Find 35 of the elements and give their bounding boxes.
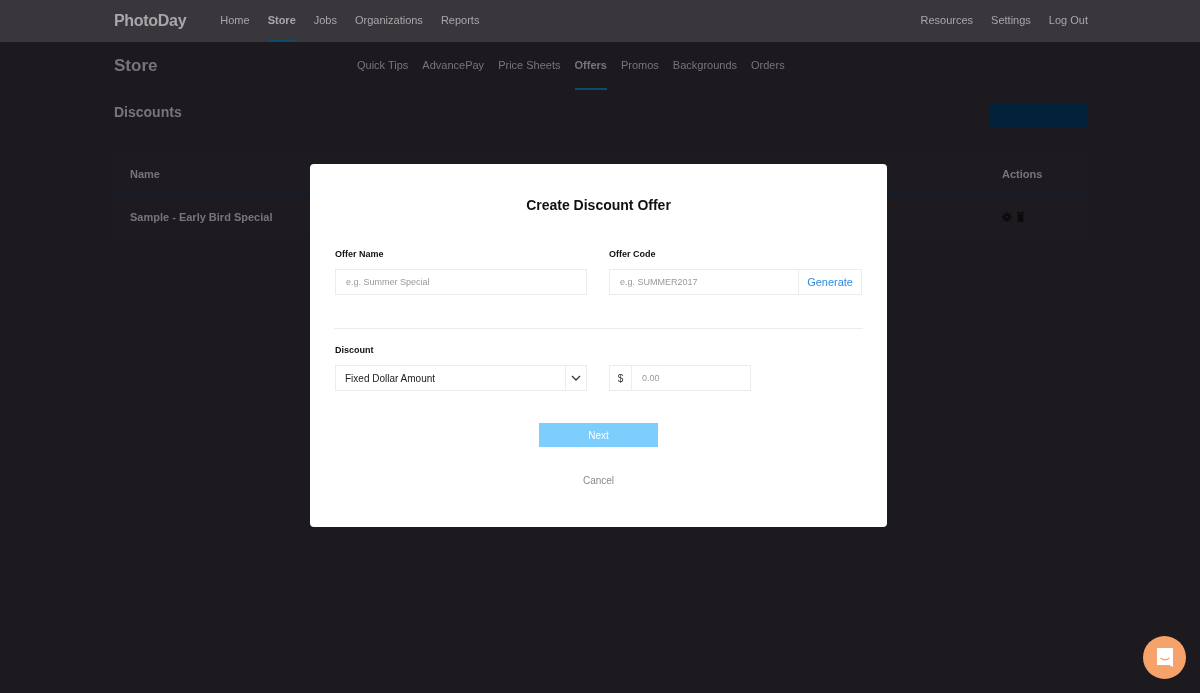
page-title: Store [114,56,159,76]
nav-link[interactable]: Jobs [313,0,337,42]
cancel-link[interactable]: Cancel [582,475,615,486]
generate-button[interactable]: Generate [799,269,862,295]
modal-title: Create Discount Offer [526,197,671,213]
tab[interactable]: Quick Tips [357,42,409,90]
column-header: Name [130,167,160,180]
field-label: Discount [335,345,375,356]
nav-link[interactable]: Home [220,0,250,42]
tab[interactable]: Orders [751,42,785,90]
table-cell: Sample - Early Bird Special [130,211,273,223]
tab[interactable]: Price Sheets [498,42,561,90]
nav-link[interactable]: Log Out [1048,0,1088,42]
nav-link[interactable]: Organizations [355,0,423,42]
add-button[interactable] [989,104,1088,127]
logo[interactable]: PhotoDay [114,12,187,30]
field-label: Offer Name [335,249,385,260]
chevron-down-icon [571,375,581,381]
chat-icon [1154,646,1175,669]
input-field[interactable]: 0.00 [631,365,751,391]
tab[interactable]: AdvancePay [422,42,485,90]
tab[interactable]: Promos [620,42,659,90]
nav-link[interactable]: Settings [991,0,1031,42]
nav-link[interactable]: Reports [440,0,480,42]
nav-link[interactable]: Resources [920,0,974,42]
input-field[interactable]: e.g. Summer Special [335,269,587,295]
nav-link[interactable]: Store [267,0,296,42]
section-title: Discounts [114,104,182,120]
column-header: Actions [1002,167,1044,180]
chat-button[interactable] [1143,636,1186,679]
input-field[interactable]: e.g. SUMMER2017 [609,269,800,295]
field-label: Offer Code [609,249,657,260]
tab[interactable]: Backgrounds [672,42,738,90]
dropdown[interactable]: Fixed Dollar Amount [335,365,587,391]
tab[interactable]: Offers [574,42,607,90]
